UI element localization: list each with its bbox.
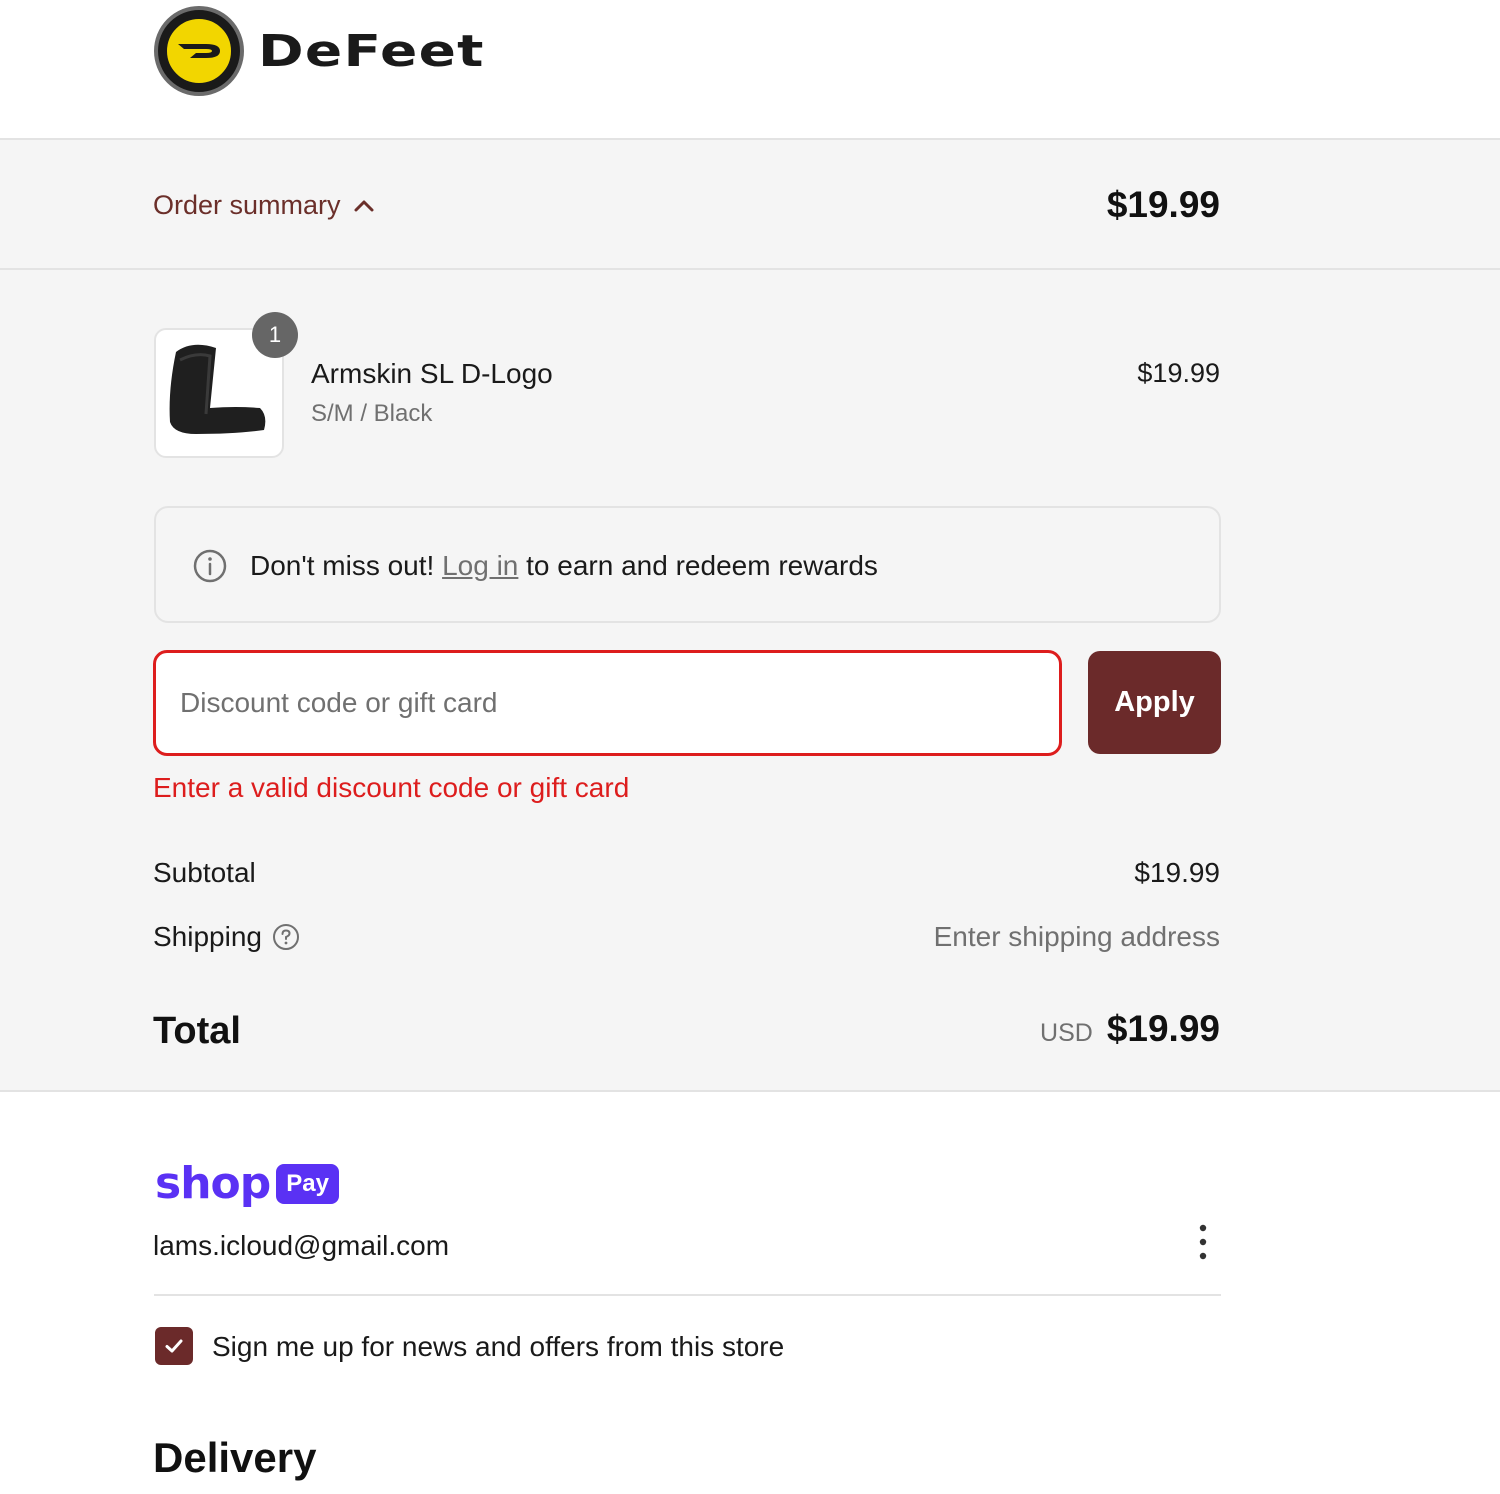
- subtotal-label-text: Subtotal: [153, 857, 256, 888]
- newsletter-checkbox[interactable]: [155, 1327, 193, 1365]
- shipping-label-text: Shipping: [153, 921, 262, 952]
- shipping-label: Shipping: [153, 921, 300, 953]
- info-icon: [193, 549, 227, 583]
- brand-logo[interactable]: DeFeet: [154, 6, 483, 96]
- site-header: DeFeet: [0, 0, 1500, 140]
- order-summary-panel: 1 Armskin SL D-Logo S/M / Black $19.99 D…: [0, 270, 1500, 1092]
- more-vertical-icon: [1199, 1224, 1207, 1260]
- divider: [154, 1294, 1221, 1296]
- total-value: USD $19.99: [1040, 1008, 1220, 1050]
- total-amount: $19.99: [1106, 1008, 1220, 1049]
- product-name: Armskin SL D-Logo: [311, 358, 553, 389]
- apply-discount-button[interactable]: Apply: [1088, 651, 1221, 754]
- rewards-prefix: Don't miss out!: [250, 550, 435, 581]
- shipping-value: Enter shipping address: [933, 921, 1220, 952]
- total-currency: USD: [1040, 1019, 1093, 1047]
- checkmark-icon: [165, 1339, 183, 1353]
- shop-pay-logo: shop Pay: [155, 1158, 339, 1209]
- rewards-banner: Don't miss out! Log in to earn and redee…: [154, 506, 1221, 623]
- account-email: lams.icloud@gmail.com: [153, 1230, 450, 1261]
- shop-pay-word: shop: [155, 1158, 271, 1209]
- order-summary-label: Order summary: [153, 190, 341, 220]
- newsletter-label[interactable]: Sign me up for news and offers from this…: [212, 1331, 784, 1363]
- subtotal-value: $19.99: [1134, 857, 1220, 888]
- order-summary-total: $19.99: [1106, 184, 1220, 225]
- shop-pay-pill: Pay: [276, 1163, 339, 1204]
- order-summary-bar: Order summary $19.99: [0, 140, 1500, 270]
- help-circle-icon[interactable]: [272, 923, 300, 951]
- subtotal-label: Subtotal: [153, 857, 256, 889]
- order-summary-toggle[interactable]: Order summary: [153, 190, 375, 221]
- chevron-up-icon: [354, 200, 374, 211]
- product-variant: S/M / Black: [311, 400, 433, 427]
- brand-logo-icon: [154, 6, 244, 96]
- brand-name: DeFeet: [258, 25, 485, 77]
- discount-code-input[interactable]: [153, 650, 1062, 756]
- delivery-heading: Delivery: [153, 1434, 317, 1481]
- discount-error-message: Enter a valid discount code or gift card: [153, 772, 630, 803]
- rewards-suffix: to earn and redeem rewards: [526, 550, 878, 581]
- more-options-button[interactable]: [1188, 1222, 1218, 1262]
- rewards-message: Don't miss out! Log in to earn and redee…: [250, 550, 878, 582]
- product-price: $19.99: [1137, 358, 1220, 388]
- total-label: Total: [153, 1010, 241, 1052]
- quantity-badge: 1: [252, 312, 298, 358]
- login-link[interactable]: Log in: [442, 550, 518, 581]
